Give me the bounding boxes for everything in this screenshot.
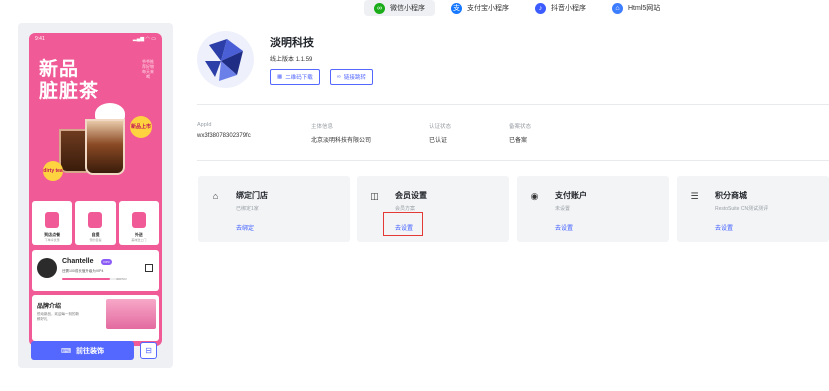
tab-label: 抖音小程序 <box>551 5 586 12</box>
phone-status-bar: 9:41 ▂▄▆ ◠ ▭ <box>29 33 162 45</box>
card-title: 绑定门店 <box>236 191 268 200</box>
store-logo-graphic <box>205 39 243 81</box>
hero-title: 新品 脏脏茶 <box>39 59 99 103</box>
member-name: Chantelle <box>62 258 94 265</box>
service-delivery[interactable]: 外送 美味送上门 <box>118 201 159 245</box>
service-row: 到店点餐 下单享优惠 自提 预约自提 外送 美味送上门 <box>32 201 159 245</box>
service-sub: 下单享优惠 <box>44 238 60 242</box>
share-icon: ⊟ <box>145 346 152 355</box>
member-progress-count: 400/500 <box>116 277 127 281</box>
store-icon: ⌂ <box>212 191 219 201</box>
payment-icon: ◉ <box>530 191 539 201</box>
info-label: 认证状态 <box>429 124 452 130</box>
hero-title-line-2: 脏脏茶 <box>39 81 100 102</box>
store-logo <box>197 31 254 88</box>
storefront-image <box>106 299 156 329</box>
avatar <box>37 258 57 278</box>
member-card-icon: ◫ <box>370 191 379 201</box>
qr-download-button[interactable]: ▦ 二维码下载 <box>270 69 320 85</box>
divider <box>197 160 829 161</box>
tea-cup-image <box>85 119 125 175</box>
payment-account-link[interactable]: 去设置 <box>555 223 573 232</box>
highlight-box <box>383 212 423 236</box>
qr-code-icon[interactable] <box>145 264 153 272</box>
status-time: 9:41 <box>35 36 45 42</box>
link-jump-button[interactable]: ∞ 链接跳转 <box>330 69 373 85</box>
service-dine-in[interactable]: 到店点餐 下单享优惠 <box>32 201 73 245</box>
tab-html5-site[interactable]: ⌂ Html5网站 <box>602 0 670 16</box>
service-sub: 预约自提 <box>89 238 102 242</box>
info-value: 北京淡明科技有限公司 <box>311 138 372 144</box>
share-button[interactable]: ⊟ <box>140 342 157 359</box>
html5-icon: ⌂ <box>612 2 623 14</box>
brand-intro-card[interactable]: 品牌介绍 悦动新品，欢迎每一刻的新鲜好礼 <box>32 295 159 341</box>
info-certification: 认证状态 已认证 <box>429 122 451 144</box>
tab-douyin-miniprogram[interactable]: ♪ 抖音小程序 <box>525 0 596 16</box>
hero-vertical-text: 爷爷推荐好物每天来喝 <box>142 59 154 79</box>
info-label: 备案状态 <box>509 124 532 130</box>
douyin-icon: ♪ <box>535 2 546 14</box>
tab-label: Html5网站 <box>628 5 661 12</box>
version-label: 线上版本 <box>270 57 295 63</box>
status-icons: ▂▄▆ ◠ ▭ <box>132 36 156 42</box>
card-member-settings: ◫ 会员设置 会员方案 去设置 <box>357 176 509 242</box>
member-desc: 还需100成长值升级为VIP4 <box>62 269 104 273</box>
store-name: 淡明科技 <box>270 37 314 49</box>
dirty-tea-badge: dirty tea <box>43 161 63 181</box>
link-icon: ∞ <box>337 74 341 80</box>
card-sub: 会员方案 <box>395 206 416 212</box>
card-title: 会员设置 <box>395 191 427 200</box>
platform-tabs: ∞ 微信小程序 支 支付宝小程序 ♪ 抖音小程序 ⌂ Html5网站 <box>364 0 670 17</box>
new-product-badge: 新品上市 <box>130 116 152 138</box>
brush-icon: ⌨ <box>60 347 72 355</box>
tab-alipay-miniprogram[interactable]: 支 支付宝小程序 <box>441 0 519 16</box>
points-coins-icon: ☰ <box>690 191 699 201</box>
bind-store-link[interactable]: 去绑定 <box>236 223 254 232</box>
miniprogram-preview-panel: 9:41 ▂▄▆ ◠ ▭ 新品 脏脏茶 爷爷推荐好物每天来喝 新品上市 dirt… <box>18 23 173 368</box>
points-mall-link[interactable]: 去设置 <box>715 223 733 232</box>
shopping-bag-icon <box>88 212 103 228</box>
brand-desc: 悦动新品，欢迎每一刻的新鲜好礼 <box>37 312 79 321</box>
info-filing: 备案状态 已备案 <box>509 122 531 144</box>
phone-mockup: 9:41 ▂▄▆ ◠ ▭ 新品 脏脏茶 爷爷推荐好物每天来喝 新品上市 dirt… <box>29 33 162 346</box>
hero-title-line-1: 新品 <box>39 59 80 80</box>
info-value: 已备案 <box>509 138 528 144</box>
card-title: 积分商城 <box>715 191 747 200</box>
wechat-miniprogram-icon: ∞ <box>374 2 385 14</box>
info-label: AppId <box>197 122 212 128</box>
member-card[interactable]: Chantelle VIP3 还需100成长值升级为VIP4 400/500 <box>32 250 159 291</box>
divider <box>197 104 829 105</box>
service-pickup[interactable]: 自提 预约自提 <box>75 201 116 245</box>
card-points-mall: ☰ 积分商城 RestoSuite CN测试测评 去设置 <box>677 176 829 242</box>
card-sub: RestoSuite CN测试测评 <box>715 206 769 212</box>
service-sub: 美味送上门 <box>131 238 147 242</box>
info-appid: AppId wx3f38078302379fc <box>197 122 251 139</box>
tab-label: 微信小程序 <box>390 5 425 12</box>
info-entity: 主体信息 北京淡明科技有限公司 <box>311 122 371 144</box>
tab-wechat-miniprogram[interactable]: ∞ 微信小程序 <box>364 0 435 16</box>
tab-label: 支付宝小程序 <box>467 5 509 12</box>
vip-badge: VIP3 <box>101 259 112 265</box>
card-title: 支付账户 <box>555 191 587 200</box>
qr-download-label: 二维码下载 <box>285 75 313 81</box>
brand-title: 品牌介绍 <box>37 304 62 310</box>
version-info: 线上版本 1.1.59 <box>270 54 312 63</box>
info-value: 已认证 <box>429 138 448 144</box>
card-bind-store: ⌂ 绑定门店 已绑定1家 去绑定 <box>198 176 350 242</box>
card-payment-account: ◉ 支付账户 未设置 去设置 <box>517 176 669 242</box>
member-progress-fill <box>62 278 110 280</box>
card-sub: 已绑定1家 <box>236 206 259 212</box>
info-value: wx3f38078302379fc <box>197 133 251 139</box>
link-jump-label: 链接跳转 <box>343 75 366 81</box>
version-number: 1.1.59 <box>295 57 313 63</box>
drink-cup-icon <box>45 212 60 228</box>
scooter-icon <box>131 212 146 228</box>
decorate-button-label: 前往装饰 <box>76 347 105 355</box>
info-label: 主体信息 <box>311 124 334 130</box>
card-sub: 未设置 <box>555 206 571 212</box>
qr-code-icon: ▦ <box>277 74 283 80</box>
decorate-button[interactable]: ⌨ 前往装饰 <box>31 341 134 360</box>
member-progress-bar <box>62 278 122 280</box>
alipay-icon: 支 <box>451 2 462 14</box>
